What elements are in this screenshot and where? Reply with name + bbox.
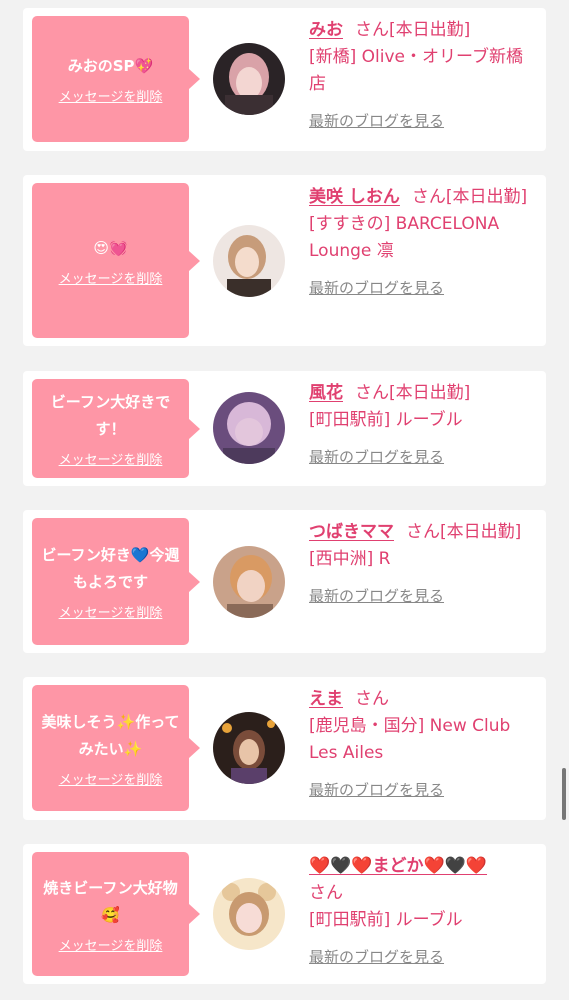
message-text: 焼きビーフン大好物🥰 — [43, 878, 178, 924]
favorite-card: 焼きビーフン大好物🥰 メッセージを削除 ❤️🖤❤️まどか❤️🖤❤️ さん [町田… — [23, 844, 546, 984]
message-bubble: ビーフン好き💙今週もよろです メッセージを削除 — [32, 518, 200, 645]
message-bubble: ビーフン大好きです！ メッセージを削除 — [32, 379, 200, 478]
cast-info: 美咲 しおん さん[本日出勤] [すすきの] BARCELONA Lounge 凛… — [309, 184, 531, 302]
message-text: 美味しそう✨作ってみたい✨ — [41, 712, 180, 758]
work-status: [本日出勤] — [389, 383, 471, 403]
message-text: ビーフン好き💙今週もよろです — [41, 546, 180, 591]
favorite-card: みおのSP💖 メッセージを削除 みお さん[本日出勤] [新橋] Olive・オリ… — [23, 8, 546, 151]
delete-message-link[interactable]: メッセージを削除 — [59, 86, 163, 105]
shop-name: [町田駅前] ルーブル — [309, 410, 463, 430]
cast-info: つばきママ さん[本日出勤] [西中洲] R 最新のブログを見る — [309, 519, 531, 610]
favorite-card: ビーフン好き💙今週もよろです メッセージを削除 つばきママ さん[本日出勤] [西… — [23, 510, 546, 653]
message-bubble: みおのSP💖 メッセージを削除 — [32, 16, 200, 142]
girl-portrait-icon — [213, 878, 285, 950]
cast-info: ❤️🖤❤️まどか❤️🖤❤️ さん [町田駅前] ルーブル 最新のブログを見る — [309, 853, 531, 971]
latest-blog-link[interactable]: 最新のブログを見る — [309, 583, 531, 610]
girl-portrait-icon — [213, 43, 285, 115]
shop-name: [すすきの] BARCELONA Lounge 凛 — [309, 214, 500, 261]
cast-info: 風花 さん[本日出勤] [町田駅前] ルーブル 最新のブログを見る — [309, 380, 531, 471]
latest-blog-link[interactable]: 最新のブログを見る — [309, 275, 531, 302]
latest-blog-link[interactable]: 最新のブログを見る — [309, 944, 531, 971]
cast-name-link[interactable]: つばきママ — [309, 522, 394, 542]
latest-blog-link[interactable]: 最新のブログを見る — [309, 777, 531, 804]
avatar[interactable] — [213, 878, 285, 950]
girl-portrait-icon — [213, 392, 285, 464]
honorific: さん — [355, 383, 389, 403]
work-status: [本日出勤] — [440, 522, 522, 542]
message-bubble: 美味しそう✨作ってみたい✨ メッセージを削除 — [32, 685, 200, 811]
honorific: さん — [355, 689, 389, 709]
delete-message-link[interactable]: メッセージを削除 — [59, 935, 163, 954]
scrollbar[interactable] — [562, 768, 566, 820]
cast-info: えま さん [鹿児島・国分] New Club Les Ailes 最新のブログを… — [309, 686, 531, 804]
girl-portrait-icon — [213, 546, 285, 618]
message-bubble: 😍💓 メッセージを削除 — [32, 183, 200, 338]
favorite-card: 😍💓 メッセージを削除 美咲 しおん さん[本日出勤] [すすきの] BARCEL… — [23, 175, 546, 346]
message-text: 😍💓 — [93, 238, 128, 257]
delete-message-link[interactable]: メッセージを削除 — [59, 769, 163, 788]
message-text: みおのSP💖 — [67, 57, 154, 75]
delete-message-link[interactable]: メッセージを削除 — [59, 268, 163, 287]
cast-name-link[interactable]: 風花 — [309, 383, 343, 403]
shop-name: [西中洲] R — [309, 549, 391, 569]
message-text: ビーフン大好きです！ — [50, 393, 171, 438]
cast-name-link[interactable]: みお — [309, 20, 343, 40]
avatar[interactable] — [213, 546, 285, 618]
message-bubble: 焼きビーフン大好物🥰 メッセージを削除 — [32, 852, 200, 976]
cast-name-link[interactable]: ❤️🖤❤️まどか❤️🖤❤️ — [309, 856, 487, 876]
shop-name: [町田駅前] ルーブル — [309, 910, 463, 930]
cast-info: みお さん[本日出勤] [新橋] Olive・オリーブ新橋店 最新のブログを見る — [309, 17, 531, 135]
honorific: さん — [309, 883, 343, 903]
shop-name: [新橋] Olive・オリーブ新橋店 — [309, 47, 523, 94]
girl-portrait-icon — [213, 712, 285, 784]
cast-name-link[interactable]: 美咲 しおん — [309, 187, 400, 207]
shop-name: [鹿児島・国分] New Club Les Ailes — [309, 716, 511, 763]
avatar[interactable] — [213, 43, 285, 115]
girl-portrait-icon — [213, 225, 285, 297]
honorific: さん — [406, 522, 440, 542]
avatar[interactable] — [213, 392, 285, 464]
avatar[interactable] — [213, 712, 285, 784]
latest-blog-link[interactable]: 最新のブログを見る — [309, 108, 531, 135]
work-status: [本日出勤] — [389, 20, 471, 40]
honorific: さん — [355, 20, 389, 40]
delete-message-link[interactable]: メッセージを削除 — [59, 602, 163, 621]
work-status: [本日出勤] — [445, 187, 528, 207]
cast-name-link[interactable]: えま — [309, 689, 343, 709]
avatar[interactable] — [213, 225, 285, 297]
delete-message-link[interactable]: メッセージを削除 — [59, 449, 163, 468]
favorite-card: ビーフン大好きです！ メッセージを削除 風花 さん[本日出勤] [町田駅前] ルー… — [23, 371, 546, 486]
latest-blog-link[interactable]: 最新のブログを見る — [309, 444, 531, 471]
honorific: さん — [411, 187, 446, 207]
favorite-card: 美味しそう✨作ってみたい✨ メッセージを削除 えま さん [鹿児島・国分] New… — [23, 677, 546, 820]
